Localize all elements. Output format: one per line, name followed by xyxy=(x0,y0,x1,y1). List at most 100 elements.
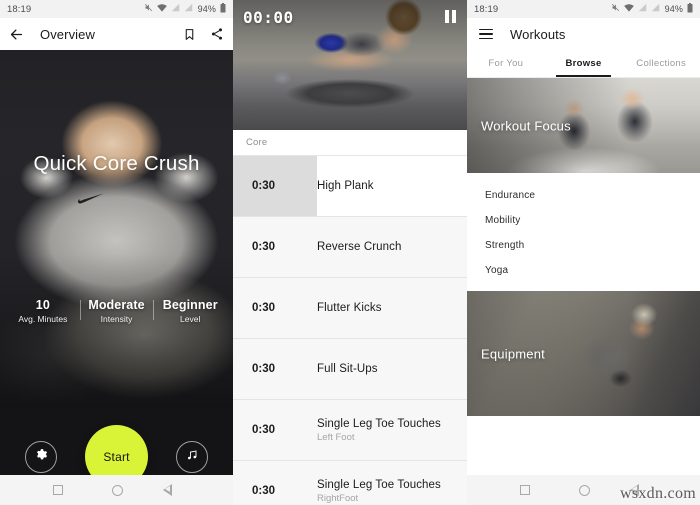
music-note-icon xyxy=(186,448,198,466)
exercise-name: Full Sit-Ups xyxy=(317,363,378,375)
stat-value: Moderate xyxy=(88,298,145,312)
exercise-info: Flutter Kicks xyxy=(317,302,467,314)
list-item[interactable]: Mobility xyxy=(467,208,700,233)
recents-square-icon[interactable] xyxy=(519,485,530,495)
table-row[interactable]: 0:30 Single Leg Toe Touches Left Foot xyxy=(233,400,467,461)
section-header-core: Core xyxy=(233,130,467,156)
exercise-name: Reverse Crunch xyxy=(317,241,402,253)
stat-avg-minutes: 10 Avg. Minutes xyxy=(6,298,80,324)
workout-timer: 00:00 xyxy=(243,8,294,27)
bookmark-icon[interactable] xyxy=(183,28,196,41)
exercise-info: Single Leg Toe Touches Left Foot xyxy=(317,418,467,443)
exercise-duration: 0:30 xyxy=(252,241,276,253)
pause-icon[interactable] xyxy=(445,10,456,23)
exercise-name: Single Leg Toe Touches xyxy=(317,417,441,430)
recents-square-icon[interactable] xyxy=(52,485,63,495)
battery-percent: 94% xyxy=(664,4,683,14)
exercise-duration: 0:30 xyxy=(252,363,276,375)
wifi-icon xyxy=(623,3,634,15)
table-row[interactable]: 0:30 Flutter Kicks xyxy=(233,278,467,339)
exercise-info: Reverse Crunch xyxy=(317,241,467,253)
panel-workout-overview: 18:19 94% Overview Quick Core Crush 10 A… xyxy=(0,0,233,505)
android-nav-bar-right xyxy=(467,475,700,505)
mute-icon xyxy=(611,3,620,15)
page-title: Workouts xyxy=(510,26,566,42)
exercise-duration: 0:30 xyxy=(252,485,276,497)
exercise-name: High Plank xyxy=(317,180,374,192)
card-equipment[interactable]: Equipment xyxy=(467,291,700,416)
stat-intensity: Moderate Intensity xyxy=(79,298,154,324)
wifi-icon xyxy=(156,3,167,15)
signal-icon xyxy=(638,3,647,15)
focus-item-label: Endurance xyxy=(485,190,536,201)
exercise-duration: 0:30 xyxy=(233,156,317,216)
exercise-name: Flutter Kicks xyxy=(317,302,382,314)
card-title: Workout Focus xyxy=(481,118,571,133)
tab-browse[interactable]: Browse xyxy=(545,50,623,77)
panel-workouts-browse: 18:19 94% Workouts For You Browse Collec… xyxy=(467,0,700,505)
home-circle-icon[interactable] xyxy=(578,484,590,496)
exercise-info: Single Leg Toe Touches RightFoot xyxy=(317,479,467,504)
start-label: Start xyxy=(103,449,130,464)
card-workout-focus[interactable]: Workout Focus xyxy=(467,78,700,173)
focus-category-list: Endurance Mobility Strength Yoga xyxy=(467,173,700,291)
exercise-duration: 0:30 xyxy=(252,302,276,314)
exercise-video[interactable]: 00:00 xyxy=(233,0,467,130)
back-triangle-icon[interactable] xyxy=(162,484,181,496)
card-title: Equipment xyxy=(481,346,545,361)
focus-item-label: Strength xyxy=(485,240,525,251)
status-bar-right: 18:19 94% xyxy=(467,0,700,18)
stat-value: 10 xyxy=(35,298,50,312)
focus-item-label: Yoga xyxy=(485,265,509,276)
workout-title: Quick Core Crush xyxy=(33,152,200,175)
page-title: Overview xyxy=(40,26,95,42)
tab-collections[interactable]: Collections xyxy=(622,50,700,77)
hamburger-menu-icon[interactable] xyxy=(479,28,493,40)
battery-percent: 94% xyxy=(197,4,216,14)
music-button[interactable] xyxy=(176,440,208,473)
screenshot-stage: 18:19 94% Overview Quick Core Crush 10 A… xyxy=(0,0,700,505)
table-row[interactable]: 0:30 Single Leg Toe Touches RightFoot xyxy=(233,461,467,505)
back-triangle-icon[interactable] xyxy=(629,484,648,496)
exercise-list: 0:30 High Plank 0:30 Reverse Crunch 0:30… xyxy=(233,156,467,505)
settings-button[interactable] xyxy=(25,440,57,473)
tab-label: Collections xyxy=(636,58,687,69)
tab-bar: For You Browse Collections xyxy=(467,50,700,78)
table-row[interactable]: 0:30 Full Sit-Ups xyxy=(233,339,467,400)
list-item[interactable]: Endurance xyxy=(467,183,700,208)
panel-workout-player: 00:00 Core 0:30 High Plank 0:30 Reverse … xyxy=(233,0,467,505)
app-bar-overview: Overview xyxy=(0,18,233,50)
signal-icon xyxy=(171,3,180,15)
app-bar-workouts: Workouts xyxy=(467,18,700,50)
exercise-duration: 0:30 xyxy=(252,424,276,436)
tab-label: For You xyxy=(488,58,524,69)
exercise-info: Full Sit-Ups xyxy=(317,363,467,375)
back-arrow-icon[interactable] xyxy=(9,27,24,42)
stat-label: Level xyxy=(180,314,201,324)
share-icon[interactable] xyxy=(210,27,224,41)
tab-label: Browse xyxy=(565,58,602,69)
focus-item-label: Mobility xyxy=(485,215,521,226)
status-clock: 18:19 xyxy=(7,3,32,15)
section-label: Core xyxy=(246,137,268,148)
status-clock: 18:19 xyxy=(474,3,499,15)
status-icons: 94% xyxy=(144,2,226,16)
mute-icon xyxy=(144,3,153,15)
workout-stats: 10 Avg. Minutes Moderate Intensity Begin… xyxy=(0,298,233,324)
exercise-name: Single Leg Toe Touches xyxy=(317,478,441,491)
exercise-subtitle: RightFoot xyxy=(317,492,359,504)
battery-icon xyxy=(220,2,226,16)
stat-label: Avg. Minutes xyxy=(18,314,68,324)
home-circle-icon[interactable] xyxy=(111,484,123,496)
list-item[interactable]: Strength xyxy=(467,233,700,258)
table-row[interactable]: 0:30 High Plank xyxy=(233,156,467,217)
list-item[interactable]: Yoga xyxy=(467,258,700,283)
nike-swoosh-icon xyxy=(78,193,104,204)
stat-level: Beginner Level xyxy=(153,298,227,324)
battery-icon xyxy=(687,2,693,16)
table-row[interactable]: 0:30 Reverse Crunch xyxy=(233,217,467,278)
signal-icon xyxy=(184,3,193,15)
status-bar-left: 18:19 94% xyxy=(0,0,233,18)
gear-icon xyxy=(35,448,48,466)
tab-for-you[interactable]: For You xyxy=(467,50,545,77)
